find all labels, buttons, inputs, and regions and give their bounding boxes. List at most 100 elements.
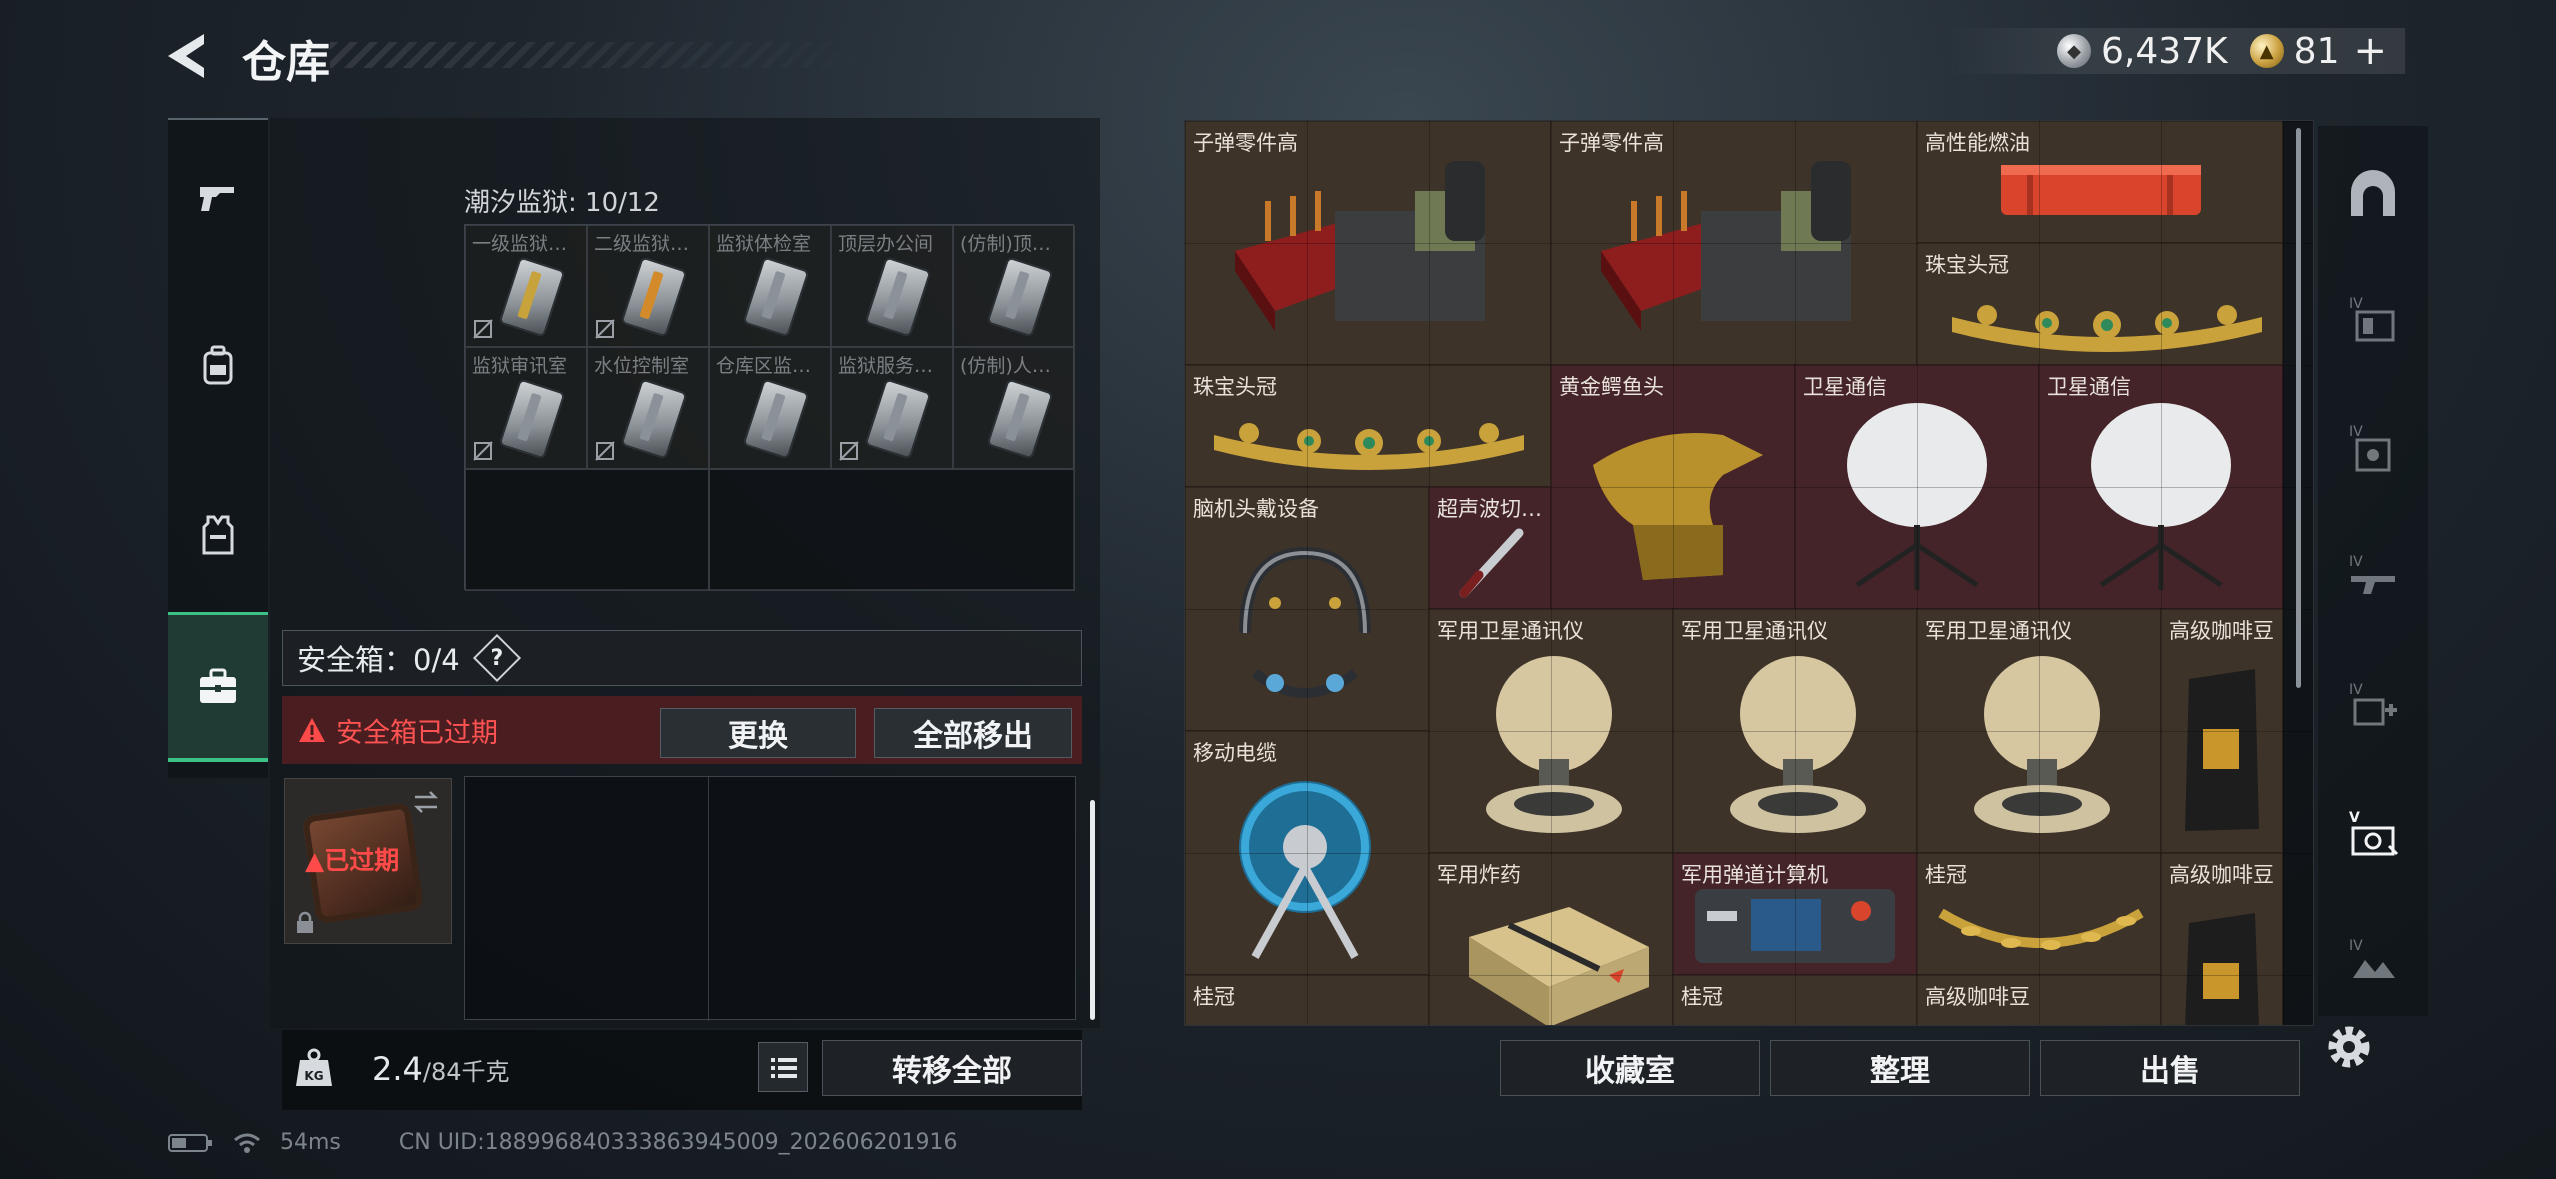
safe-box-cell[interactable] [709,777,1077,1021]
add-currency-button[interactable]: + [2353,28,2387,74]
inventory-item[interactable]: 子弹零件高 [1185,121,1551,365]
key-card-slot[interactable]: 二级监狱… [587,225,709,347]
key-card-slot[interactable]: 仓库区监… [709,347,831,469]
back-button[interactable] [160,28,220,84]
military-satcom-icon [1730,656,1866,833]
key-region-label: 潮汐监狱: 10/12 [464,188,660,218]
tier-label: IV [2349,296,2363,312]
item-name: 黄金鳄鱼头 [1559,375,1664,399]
empty-key-slot[interactable] [465,469,709,591]
inventory-item[interactable]: 桂冠 [1185,975,1429,1025]
inventory-item[interactable]: 高性能燃油 [1917,121,2283,243]
item-name: 军用卫星通讯仪 [1925,619,2072,643]
currency-gold[interactable]: ▲ 81 + [2249,28,2387,74]
key-card-slot[interactable]: 监狱审讯室 [465,347,587,469]
inventory-item[interactable]: 珠宝头冠 [1185,365,1551,487]
collection-room-button[interactable]: 收藏室 [1500,1040,1760,1096]
inventory-item[interactable]: 桂冠 [1917,853,2161,975]
left-scrollbar[interactable] [1090,800,1095,1020]
safe-box-grid [464,776,1077,1021]
list-view-button[interactable] [758,1042,808,1092]
keycard-icon [498,256,566,338]
inventory-scrollbar[interactable] [2296,128,2301,688]
tier-label: V [2349,810,2360,826]
tier-iv-box-icon: IV [2349,424,2391,472]
keycard-icon [742,256,810,338]
inventory-item[interactable]: 军用炸药 [1429,853,1673,1025]
filter-tier-iv-gun[interactable]: IV [2318,518,2428,638]
item-name: 军用炸药 [1437,863,1521,887]
empty-key-slot[interactable] [709,469,1075,591]
cable-reel-icon [1239,781,1371,959]
inventory-item[interactable]: 超声波切… [1429,487,1551,609]
inventory-item[interactable]: 珠宝头冠 [1917,243,2283,365]
sort-button[interactable]: 整理 [1770,1040,2030,1096]
settings-button[interactable] [2318,1016,2380,1078]
inventory-item[interactable]: 高级咖啡豆 [2161,609,2283,853]
filter-tier-iv-misc[interactable]: IV [2318,902,2428,1022]
key-card-slot[interactable]: 一级监狱… [465,225,587,347]
list-icon [771,1058,797,1078]
tier-label: IV [2349,424,2363,440]
key-name: 仓库区监… [716,355,812,377]
fuel-case-icon [2001,165,2201,215]
safe-box-slot[interactable]: ▲已过期 [284,778,452,944]
inventory-item[interactable]: 军用弹道计算机 [1673,853,1917,975]
inventory-item[interactable]: 黄金鳄鱼头 [1551,365,1795,609]
left-nav [168,118,268,778]
key-card-slot[interactable]: 监狱体检室 [709,225,831,347]
nav-item-safe-box[interactable] [168,612,268,762]
inventory-item[interactable]: 高级咖啡豆 [1917,975,2161,1025]
inventory-item[interactable]: 卫星通信 [1795,365,2039,609]
nav-item-gear[interactable] [168,290,268,440]
coffee-bag-icon [2185,669,2259,831]
nav-item-vest[interactable] [168,460,268,610]
item-name: 高级咖啡豆 [1925,985,2030,1009]
key-card-slot[interactable]: (仿制)人… [953,347,1075,469]
transfer-all-button[interactable]: 转移全部 [822,1040,1082,1096]
help-button[interactable]: ? [472,633,521,683]
filter-tier-v-valuables[interactable]: V [2318,774,2428,894]
inventory-item[interactable]: 军用卫星通讯仪 [1673,609,1917,853]
jewel-crown-icon [1952,305,2262,352]
inventory-item[interactable]: 脑机头戴设备 [1185,487,1429,731]
filter-tier-iv-box[interactable]: IV [2318,388,2428,508]
brain-headset-icon [1239,546,1371,698]
inventory-item[interactable]: 高级咖啡豆 [2161,853,2283,1025]
jewel-crown-icon [1214,423,1524,470]
inventory-item[interactable]: 卫星通信 [2039,365,2283,609]
inventory-item[interactable]: 桂冠 [1673,975,1917,1025]
swap-icon[interactable] [411,787,441,817]
safe-box-cell[interactable] [465,777,709,1021]
item-name: 军用卫星通讯仪 [1437,619,1584,643]
item-name: 桂冠 [1681,985,1723,1009]
key-card-slot[interactable]: (仿制)顶… [953,225,1075,347]
remove-all-button[interactable]: 全部移出 [874,708,1072,758]
key-card-slot[interactable]: 监狱服务… [831,347,953,469]
keycard-icon [864,378,932,460]
filter-tier-iv-medkit[interactable]: IV [2318,646,2428,766]
inventory-item[interactable]: 移动电缆 [1185,731,1429,975]
tier-v-valuables-icon: V [2349,810,2399,856]
replace-button[interactable]: 更换 [660,708,856,758]
weight-max: /84千克 [422,1058,510,1086]
filter-all[interactable] [2318,134,2428,254]
keycard-icon [620,256,688,338]
backpack-icon [203,345,233,385]
filter-tier-iv-folder[interactable]: IV [2318,260,2428,380]
vest-icon [202,515,234,555]
nav-item-weapon[interactable] [168,122,268,272]
title-decoration [330,42,890,68]
inventory-item[interactable]: 军用卫星通讯仪 [1429,609,1673,853]
keycard-icon [742,378,810,460]
item-name: 桂冠 [1193,985,1235,1009]
key-card-slot[interactable]: 顶层办公间 [831,225,953,347]
inventory-item[interactable]: 军用卫星通讯仪 [1917,609,2161,853]
keycard-stripe [1005,270,1030,320]
inventory-item[interactable]: 子弹零件高 [1551,121,1917,365]
warning-icon [299,718,325,742]
key-card-slot[interactable]: 水位控制室 [587,347,709,469]
item-name: 超声波切… [1437,497,1542,521]
sell-button[interactable]: 出售 [2040,1040,2300,1096]
pistol-icon [200,187,234,211]
